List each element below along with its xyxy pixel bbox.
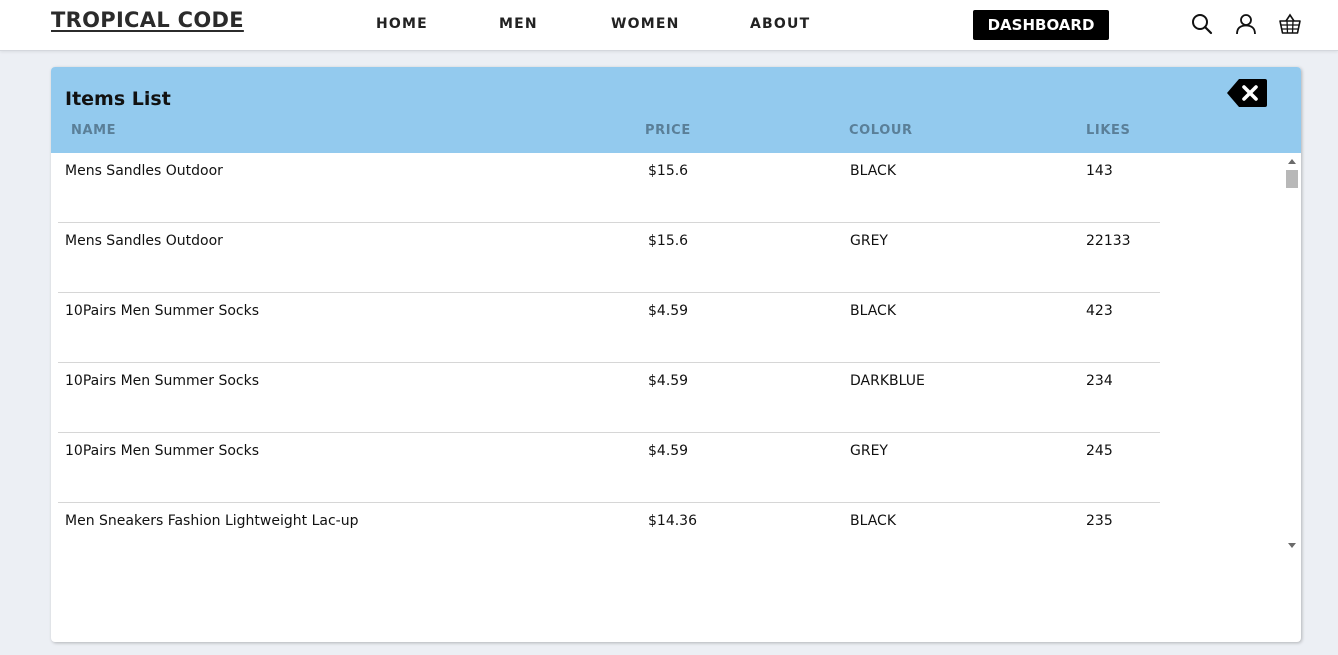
user-icon[interactable] — [1234, 12, 1258, 36]
nav-link-women[interactable]: WOMEN — [611, 16, 680, 32]
item-colour: DARKBLUE — [850, 373, 925, 389]
brand-logo[interactable]: TROPICAL CODE — [51, 8, 244, 32]
panel-title: Items List — [65, 88, 171, 110]
table-row[interactable]: 10Pairs Men Summer Socks $4.59 BLACK 423 — [58, 293, 1160, 363]
dashboard-button[interactable]: DASHBOARD — [973, 10, 1109, 40]
item-likes: 245 — [1086, 443, 1113, 459]
scroll-up-arrow-icon[interactable] — [1288, 159, 1296, 164]
table-row[interactable]: Mens Sandles Outdoor $15.6 GREY 22133 — [58, 223, 1160, 293]
items-table-body[interactable]: Mens Sandles Outdoor $15.6 BLACK 143 Men… — [51, 153, 1284, 555]
item-name: Men Sneakers Fashion Lightweight Lac-up — [65, 513, 359, 529]
item-likes: 234 — [1086, 373, 1113, 389]
item-likes: 423 — [1086, 303, 1113, 319]
item-name: 10Pairs Men Summer Socks — [65, 443, 260, 459]
item-colour: BLACK — [850, 163, 897, 179]
item-price: $4.59 — [648, 373, 689, 389]
items-list-panel: Items List NAME PRICE COLOUR LIKES Mens … — [51, 67, 1301, 642]
item-price: $15.6 — [648, 163, 689, 179]
item-name: Mens Sandles Outdoor — [65, 163, 223, 179]
nav-link-home[interactable]: HOME — [376, 16, 428, 32]
backspace-close-icon[interactable] — [1227, 78, 1267, 108]
column-header-price: PRICE — [645, 123, 691, 138]
table-scrollbar[interactable] — [1284, 153, 1301, 555]
scroll-down-arrow-icon[interactable] — [1288, 543, 1296, 548]
table-row[interactable]: Men Sneakers Fashion Lightweight Lac-up … — [58, 503, 1160, 555]
table-row[interactable]: 10Pairs Men Summer Socks $4.59 DARKBLUE … — [58, 363, 1160, 433]
column-header-name: NAME — [71, 123, 117, 138]
nav-link-men[interactable]: MEN — [499, 16, 538, 32]
item-name: 10Pairs Men Summer Socks — [65, 303, 260, 319]
item-likes: 22133 — [1086, 233, 1131, 249]
table-row[interactable]: 10Pairs Men Summer Socks $4.59 GREY 245 — [58, 433, 1160, 503]
item-colour: GREY — [850, 443, 888, 459]
item-price: $4.59 — [648, 443, 689, 459]
item-colour: BLACK — [850, 303, 897, 319]
scrollbar-thumb[interactable] — [1286, 170, 1298, 188]
item-colour: GREY — [850, 233, 888, 249]
basket-icon[interactable] — [1278, 12, 1302, 36]
column-header-colour: COLOUR — [849, 123, 913, 138]
search-icon[interactable] — [1190, 12, 1214, 36]
item-price: $14.36 — [648, 513, 697, 529]
column-header-likes: LIKES — [1086, 123, 1131, 138]
items-list-header: Items List NAME PRICE COLOUR LIKES — [51, 67, 1301, 153]
table-row[interactable]: Mens Sandles Outdoor $15.6 BLACK 143 — [58, 153, 1160, 223]
item-likes: 143 — [1086, 163, 1113, 179]
item-price: $4.59 — [648, 303, 689, 319]
item-price: $15.6 — [648, 233, 689, 249]
top-navbar: TROPICAL CODE HOME MEN WOMEN ABOUT DASHB… — [0, 0, 1338, 51]
nav-link-about[interactable]: ABOUT — [750, 16, 810, 32]
item-name: 10Pairs Men Summer Socks — [65, 373, 260, 389]
item-name: Mens Sandles Outdoor — [65, 233, 223, 249]
item-colour: BLACK — [850, 513, 897, 529]
item-likes: 235 — [1086, 513, 1113, 529]
